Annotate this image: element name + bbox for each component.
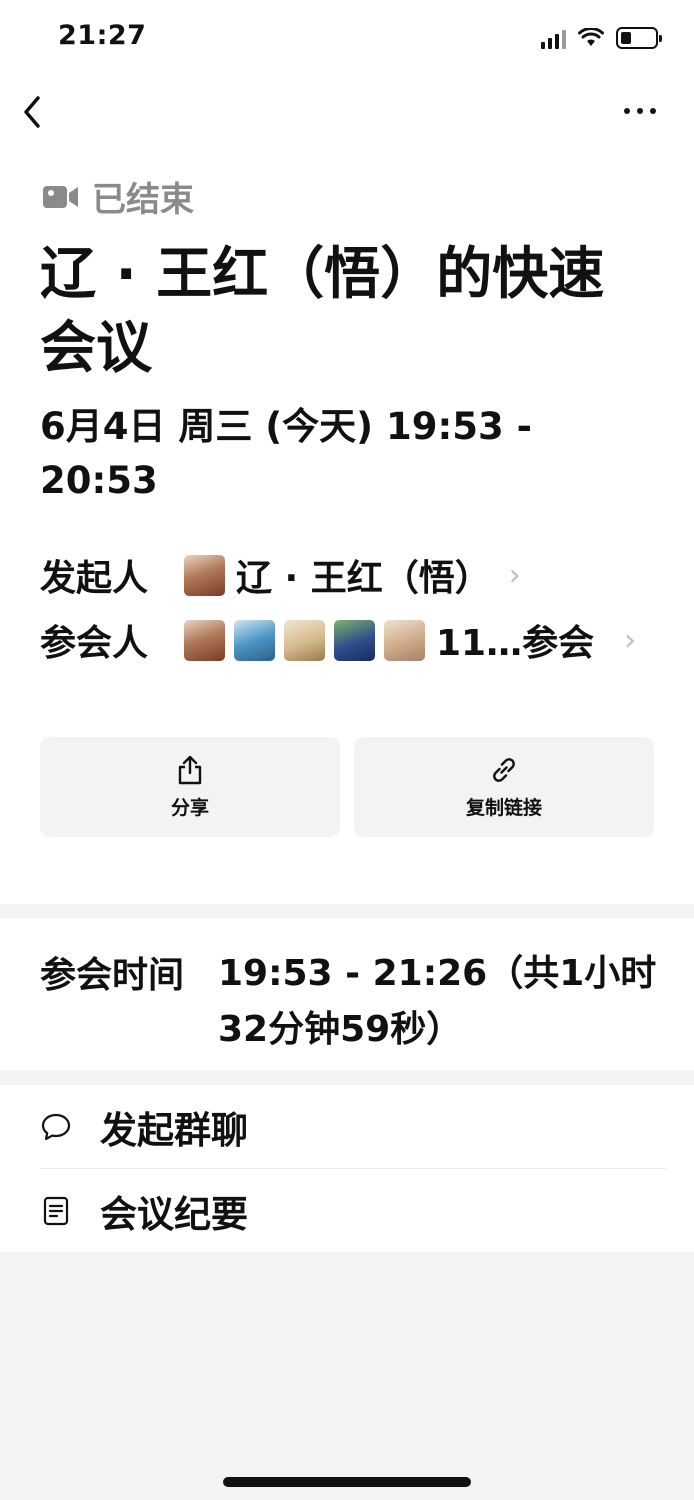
status-time: 21:27 bbox=[58, 20, 147, 51]
avatar bbox=[334, 619, 375, 661]
avatar bbox=[184, 554, 225, 596]
cellular-signal-icon bbox=[541, 27, 566, 49]
meeting-minutes-label: 会议纪要 bbox=[100, 1192, 248, 1236]
start-group-chat-item[interactable]: 发起群聊 bbox=[0, 1085, 694, 1169]
share-button[interactable]: 分享 bbox=[40, 737, 340, 837]
organizer-name: 辽 · 王红（悟） bbox=[236, 558, 491, 599]
status-icons bbox=[541, 24, 662, 52]
start-group-chat-label: 发起群聊 bbox=[100, 1108, 248, 1152]
organizer-label: 发起人 bbox=[40, 558, 149, 599]
chevron-right-icon: › bbox=[508, 557, 521, 593]
meeting-status: 已结束 bbox=[42, 172, 194, 221]
link-icon bbox=[493, 757, 515, 782]
avatar bbox=[184, 619, 225, 661]
copy-link-button[interactable]: 复制链接 bbox=[354, 737, 654, 837]
duration-label: 参会时间 bbox=[40, 955, 185, 996]
more-options-icon[interactable] bbox=[624, 104, 660, 118]
avatar bbox=[234, 619, 275, 661]
home-indicator bbox=[223, 1477, 471, 1487]
share-label: 分享 bbox=[170, 796, 209, 819]
attendees-label: 参会人 bbox=[40, 623, 149, 664]
avatar bbox=[384, 619, 425, 661]
meeting-status-label: 已结束 bbox=[92, 180, 194, 220]
chevron-right-icon: › bbox=[624, 622, 637, 658]
menu-section: 发起群聊 会议纪要 bbox=[0, 1085, 694, 1252]
meeting-time-range: 6月4日 周三 (今天) 19:53 - 20:53 bbox=[40, 405, 532, 502]
organizer-row[interactable]: 发起人 辽 · 王红（悟） › bbox=[40, 549, 521, 601]
wifi-icon bbox=[578, 28, 604, 46]
chat-bubble-icon bbox=[41, 1113, 71, 1140]
back-icon[interactable] bbox=[18, 92, 48, 132]
video-camera-icon bbox=[43, 185, 78, 208]
meeting-title: 辽 · 王红（悟）的快速会议 bbox=[40, 242, 605, 381]
avatar bbox=[284, 619, 325, 661]
meeting-minutes-item[interactable]: 会议纪要 bbox=[0, 1169, 694, 1252]
attendees-row[interactable]: 参会人 11…参会 › bbox=[40, 614, 636, 666]
attendees-summary: 11…参会 bbox=[436, 623, 595, 664]
duration-section: 参会时间 19:53 - 21:26（共1小时32分钟59秒） bbox=[0, 918, 694, 1070]
document-icon bbox=[43, 1196, 69, 1225]
battery-icon bbox=[616, 27, 662, 49]
share-icon bbox=[178, 755, 202, 784]
duration-value: 19:53 - 21:26（共1小时32分钟59秒） bbox=[218, 953, 657, 1050]
copy-link-label: 复制链接 bbox=[465, 796, 542, 819]
